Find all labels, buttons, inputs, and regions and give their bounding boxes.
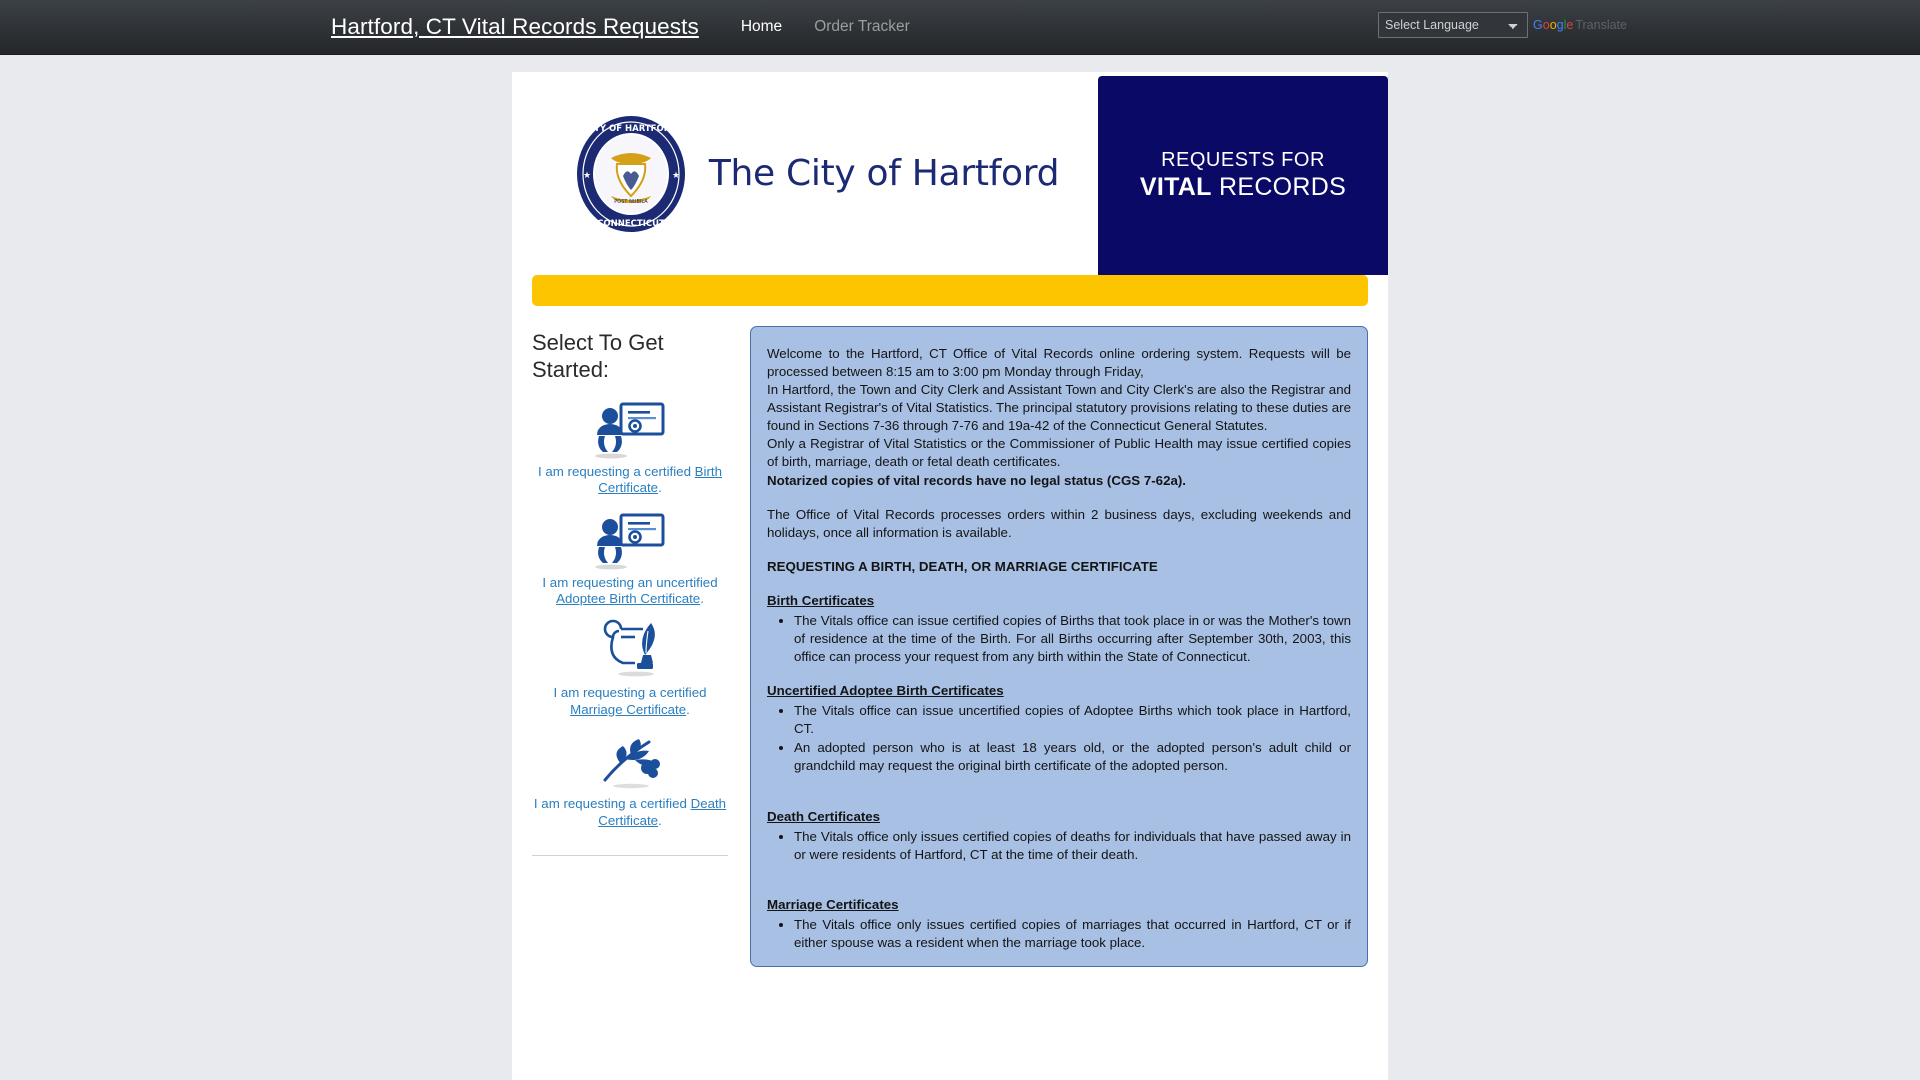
google-translate-attribution: Go o g l e Translate	[1533, 18, 1627, 32]
option-death-suffix: .	[658, 812, 662, 828]
list-birth-certificates: The Vitals office can issue certified co…	[767, 612, 1351, 666]
info-panel: Welcome to the Hartford, CT Office of Vi…	[750, 326, 1368, 968]
list-item: The Vitals office only issues certified …	[794, 828, 1351, 864]
gold-accent-bar	[532, 275, 1368, 306]
nav-link-order-tracker[interactable]: Order Tracker	[798, 12, 926, 42]
option-adoptee-prefix: I am requesting an uncertified	[542, 574, 718, 590]
brand-link[interactable]: Hartford, CT Vital Records Requests	[331, 14, 699, 40]
heading-adoptee-underline: Uncertified Adoptee Birth Certificates	[767, 683, 1004, 699]
vital-records-banner: REQUESTS FOR VITAL RECORDS	[1098, 76, 1388, 275]
option-adoptee-text: I am requesting an uncertified Adoptee B…	[532, 575, 728, 608]
navbar-inner: Hartford, CT Vital Records Requests Home…	[325, 0, 1627, 54]
intro-paragraph-2: In Hartford, the Town and City Clerk and…	[767, 382, 1351, 434]
list-death-certificates: The Vitals office only issues certified …	[767, 828, 1351, 864]
records-text: RECORDS	[1211, 173, 1347, 201]
option-marriage-certificate[interactable]: I am requesting a certified Marriage Cer…	[532, 617, 728, 718]
option-marriage-suffix: .	[686, 701, 690, 717]
svg-text:★: ★	[583, 170, 591, 180]
vital-records-label: VITAL RECORDS	[1140, 173, 1346, 202]
option-death-text: I am requesting a certified Death Certif…	[532, 796, 728, 829]
processing-paragraph: The Office of Vital Records processes or…	[767, 506, 1351, 540]
quill-ink-icon	[603, 620, 655, 677]
olive-branch-icon	[603, 739, 660, 789]
list-uncertified-adoptee: The Vitals office can issue uncertified …	[767, 702, 1351, 775]
option-birth-suffix: .	[658, 480, 662, 496]
list-item: An adopted person who is at least 18 yea…	[794, 739, 1351, 775]
language-selector-widget: Select Language Go o g l e Translate	[1378, 12, 1627, 38]
option-birth-prefix: I am requesting a certified	[537, 463, 695, 479]
heading-uncertified-adoptee: Uncertified Adoptee Birth Certificates	[767, 682, 1351, 700]
google-letter-o1: o	[1542, 18, 1550, 32]
google-letter-e: e	[1566, 18, 1574, 32]
top-navbar: Hartford, CT Vital Records Requests Home…	[0, 0, 1920, 55]
heading-marriage-underline: Marriage Certificates	[767, 896, 899, 912]
google-letter-g1: G	[1533, 18, 1543, 32]
vital-bold: VITAL	[1139, 173, 1212, 201]
page-container: POST NUBILA CITY OF HARTFORD CONNECTICUT…	[512, 72, 1388, 1080]
heading-birth-certificates: Birth Certificates	[767, 592, 1351, 610]
option-birth-certificate[interactable]: I am requesting a certified Birth Certif…	[532, 396, 728, 497]
heading-birth-underline: Birth Certificates	[767, 592, 875, 608]
language-select[interactable]: Select Language	[1378, 12, 1529, 38]
svg-text:CONNECTICUT: CONNECTICUT	[597, 219, 665, 229]
svg-text:★: ★	[672, 170, 680, 180]
google-letter-o2: o	[1549, 18, 1557, 32]
option-adoptee-suffix: .	[700, 590, 704, 606]
intro-paragraph-3: Only a Registrar of Vital Statistics or …	[767, 436, 1351, 470]
svg-text:POST NUBILA: POST NUBILA	[614, 199, 648, 205]
google-letter-g2: g	[1556, 18, 1564, 32]
baby-certificate-icon	[595, 513, 665, 569]
notarized-notice: Notarized copies of vital records have n…	[767, 472, 1186, 488]
option-adoptee-birth-certificate[interactable]: I am requesting an uncertified Adoptee B…	[532, 507, 728, 608]
option-marriage-text: I am requesting a certified Marriage Cer…	[532, 685, 728, 718]
sidebar-title: Select To Get Started:	[532, 330, 664, 383]
heading-marriage-certificates: Marriage Certificates	[767, 896, 1351, 914]
sidebar-divider	[532, 855, 728, 857]
svg-text:CITY OF HARTFORD: CITY OF HARTFORD	[585, 124, 678, 134]
list-item: The Vitals office can issue certified co…	[794, 612, 1351, 666]
list-item: The Vitals office can issue uncertified …	[794, 702, 1351, 738]
option-marriage-prefix: I am requesting a certified	[553, 685, 707, 701]
heading-death-certificates: Death Certificates	[767, 808, 1351, 826]
list-item: The Vitals office only issues certified …	[794, 916, 1351, 952]
sidebar: Select To Get Started: I am requesting a…	[532, 326, 728, 967]
option-birth-text: I am requesting a certified Birth Certif…	[532, 464, 728, 497]
option-death-certificate[interactable]: I am requesting a certified Death Certif…	[532, 728, 728, 829]
link-marriage-certificate[interactable]: Marriage Certificate	[570, 702, 686, 717]
option-death-prefix: I am requesting a certified	[533, 796, 691, 812]
requests-for-label: REQUESTS FOR	[1161, 149, 1325, 171]
banner-left: POST NUBILA CITY OF HARTFORD CONNECTICUT…	[512, 72, 1098, 275]
list-marriage-certificates: The Vitals office only issues certified …	[767, 916, 1351, 952]
city-seal-icon: POST NUBILA CITY OF HARTFORD CONNECTICUT…	[576, 115, 685, 232]
site-banner: POST NUBILA CITY OF HARTFORD CONNECTICUT…	[512, 72, 1388, 275]
heading-death-underline: Death Certificates	[767, 808, 881, 824]
baby-certificate-icon	[595, 402, 665, 458]
main-body: Select To Get Started: I am requesting a…	[512, 306, 1388, 968]
link-adoptee-birth-certificate[interactable]: Adoptee Birth Certificate	[556, 591, 700, 606]
city-title: The City of Hartford	[708, 153, 1060, 194]
content-column: Welcome to the Hartford, CT Office of Vi…	[750, 326, 1368, 968]
translate-label: Translate	[1575, 18, 1627, 32]
intro-paragraph-1: Welcome to the Hartford, CT Office of Vi…	[767, 346, 1351, 380]
requesting-section-heading: REQUESTING A BIRTH, DEATH, OR MARRIAGE C…	[767, 558, 1158, 574]
nav-links: Home Order Tracker	[725, 12, 926, 42]
nav-link-home[interactable]: Home	[725, 12, 798, 42]
